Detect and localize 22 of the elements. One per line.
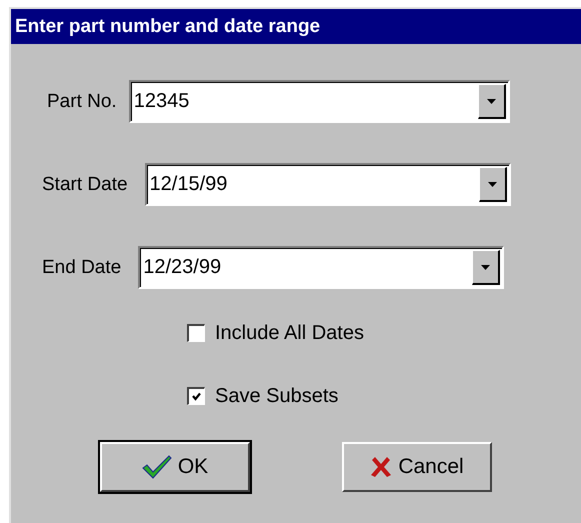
- combo-box[interactable]: 12/23/99: [138, 246, 504, 289]
- combo-box[interactable]: 12/15/99: [144, 163, 511, 206]
- cross-icon: [370, 456, 392, 478]
- checkbox-label: Include All Dates: [215, 322, 364, 344]
- checkmark-icon: [142, 455, 172, 479]
- check-icon: [192, 392, 201, 401]
- ok-button[interactable]: OK: [100, 442, 250, 492]
- cancel-button[interactable]: Cancel: [342, 442, 492, 492]
- window-title: Enter part number and date range: [15, 16, 320, 38]
- combo-box[interactable]: 12345: [128, 80, 510, 123]
- dropdown-button[interactable]: [472, 250, 500, 285]
- checkbox-label: Save Subsets: [215, 384, 338, 408]
- dropdown-button[interactable]: [478, 84, 506, 119]
- checkbox[interactable]: [187, 387, 205, 405]
- field-label: End Date: [42, 256, 122, 278]
- field-label: Start Date: [42, 174, 128, 196]
- caret-icon: [486, 98, 496, 104]
- checkbox[interactable]: [187, 324, 205, 342]
- dropdown-button[interactable]: [478, 167, 507, 202]
- caret-icon: [488, 182, 497, 186]
- field-label: Part No.: [47, 90, 117, 112]
- caret-icon: [481, 264, 490, 270]
